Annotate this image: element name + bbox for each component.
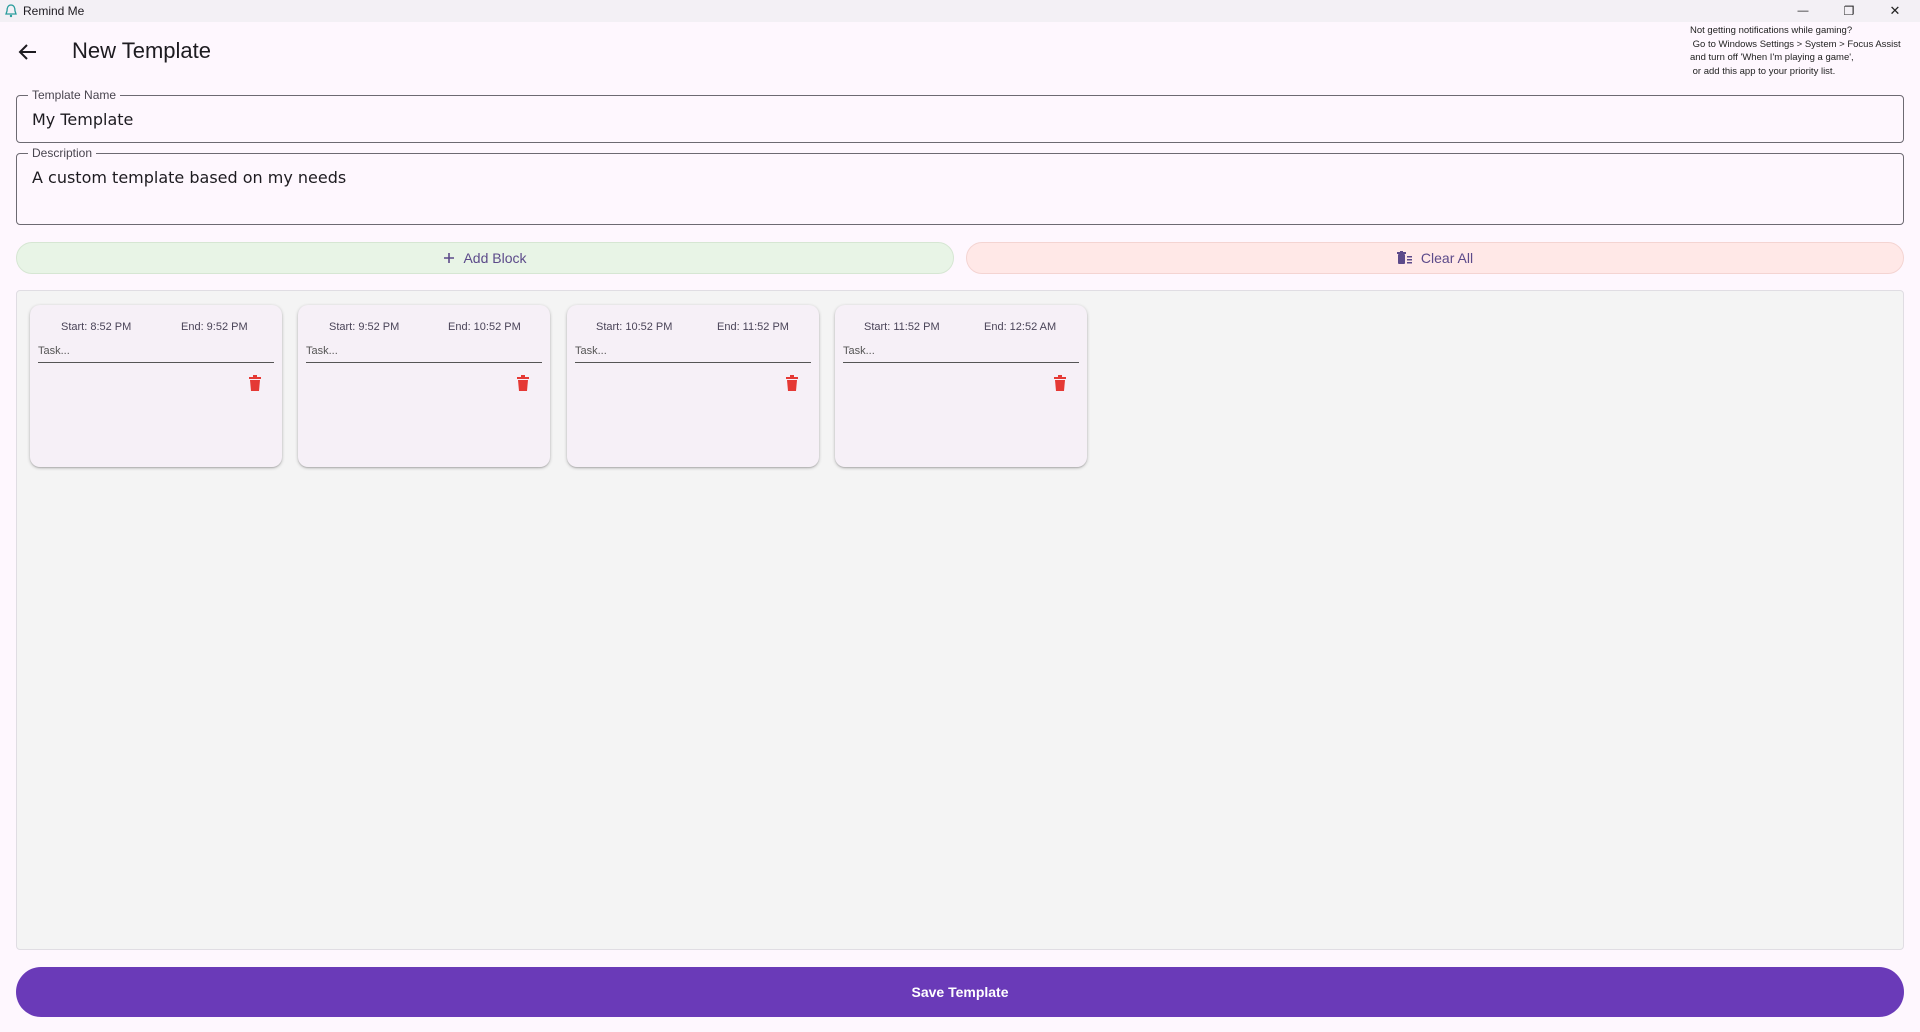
block-end-time: End: 10:52 PM xyxy=(448,321,521,333)
restore-icon: ❐ xyxy=(1843,4,1855,18)
app-bell-icon xyxy=(5,4,17,18)
template-name-label: Template Name xyxy=(28,88,121,102)
window-title: Remind Me xyxy=(23,4,85,18)
focus-assist-notice: Not getting notifications while gaming? … xyxy=(1690,25,1901,77)
window-titlebar: Remind Me — ❐ ✕ xyxy=(0,0,1920,22)
blocks-area: Start: 8:52 PM End: 9:52 PM Task... Star… xyxy=(16,290,1904,950)
arrow-left-icon xyxy=(18,44,36,60)
block-task-input[interactable]: Task... xyxy=(306,345,542,363)
time-block-card: Start: 8:52 PM End: 9:52 PM Task... xyxy=(30,305,282,467)
maximize-button[interactable]: ❐ xyxy=(1826,0,1872,22)
block-task-input[interactable]: Task... xyxy=(38,345,274,363)
block-start-time: Start: 9:52 PM xyxy=(329,321,400,333)
block-task-input[interactable]: Task... xyxy=(575,345,811,363)
plus-icon xyxy=(444,253,455,263)
save-template-label: Save Template xyxy=(911,984,1009,1000)
clear-list-icon xyxy=(1396,251,1412,264)
page-title: New Template xyxy=(72,38,211,63)
delete-icon[interactable] xyxy=(785,375,799,391)
time-block-card: Start: 9:52 PM End: 10:52 PM Task... xyxy=(298,305,550,467)
block-start-time: Start: 11:52 PM xyxy=(864,321,940,333)
clear-all-button[interactable]: Clear All xyxy=(966,242,1904,274)
block-start-time: Start: 10:52 PM xyxy=(596,321,673,333)
delete-icon[interactable] xyxy=(248,375,262,391)
add-block-label: Add Block xyxy=(463,250,527,266)
minimize-button[interactable]: — xyxy=(1780,0,1826,22)
close-button[interactable]: ✕ xyxy=(1872,0,1918,22)
block-end-time: End: 12:52 AM xyxy=(984,321,1057,333)
save-template-button[interactable]: Save Template xyxy=(16,967,1904,1017)
minimize-icon: — xyxy=(1797,5,1809,17)
delete-icon[interactable] xyxy=(1053,375,1067,391)
clear-all-label: Clear All xyxy=(1420,250,1474,266)
add-block-button[interactable]: Add Block xyxy=(16,242,954,274)
block-start-time: Start: 8:52 PM xyxy=(61,321,132,333)
back-button[interactable] xyxy=(12,36,44,68)
time-block-card: Start: 10:52 PM End: 11:52 PM Task... xyxy=(567,305,819,467)
description-value: A custom template based on my needs xyxy=(32,168,347,187)
template-name-value: My Template xyxy=(32,110,134,129)
block-end-time: End: 11:52 PM xyxy=(717,321,789,333)
description-label: Description xyxy=(28,146,97,160)
template-name-field[interactable]: Template Name My Template xyxy=(16,88,1904,143)
close-icon: ✕ xyxy=(1889,3,1901,18)
block-task-input[interactable]: Task... xyxy=(843,345,1079,363)
delete-icon[interactable] xyxy=(516,375,530,391)
description-field[interactable]: Description A custom template based on m… xyxy=(16,146,1904,225)
block-end-time: End: 9:52 PM xyxy=(181,321,248,333)
time-block-card: Start: 11:52 PM End: 12:52 AM Task... xyxy=(835,305,1087,467)
